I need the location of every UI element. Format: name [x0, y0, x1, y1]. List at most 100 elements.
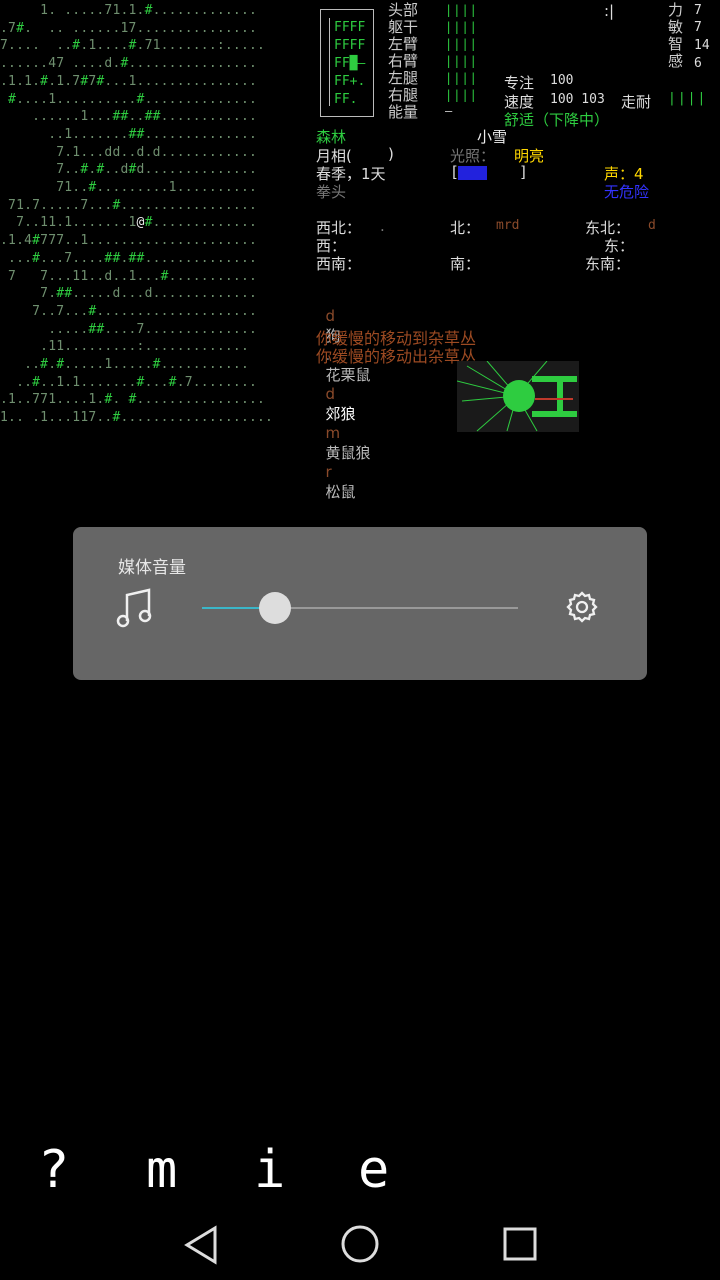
- creature-glyph: d: [325, 307, 336, 325]
- stat-value-int: 14: [694, 38, 710, 53]
- body-status-row: FFFF: [334, 20, 366, 35]
- map-row: 71..#.........1..........: [56, 180, 257, 195]
- map-row: ......1...##..##............: [32, 109, 257, 125]
- stat-value-str: 7: [694, 3, 702, 18]
- stat-label-str: 力: [668, 1, 684, 19]
- body-label-torso: 躯干: [388, 18, 419, 36]
- minimap[interactable]: [456, 360, 579, 432]
- stat-label-int: 智: [668, 35, 684, 53]
- focus-label: 专注: [504, 74, 535, 92]
- key-inventory[interactable]: i: [254, 1140, 285, 1200]
- weather-label: 小雪: [477, 128, 508, 146]
- game-map[interactable]: 1. .....71.1.#............. .7#. .. .....…: [0, 2, 318, 434]
- map-row: .7#. .. ......17...............: [0, 20, 257, 36]
- key-examine[interactable]: e: [358, 1140, 389, 1200]
- volume-slider-thumb[interactable]: [259, 592, 291, 624]
- hp-bar: ||||: [445, 71, 478, 85]
- body-label-right-leg: 右腿: [388, 86, 419, 104]
- creature-glyph: r: [325, 463, 332, 481]
- hp-bar: ||||: [445, 37, 478, 51]
- map-row: 7..7...#....................: [32, 303, 257, 319]
- body-status-divider: [329, 18, 330, 106]
- comfort-status: 舒适（下降中）: [504, 111, 610, 129]
- body-label-left-leg: 左腿: [388, 69, 419, 87]
- map-row: 7 7...11..d..1...#...........: [8, 268, 257, 284]
- home-nav-icon[interactable]: [340, 1224, 380, 1268]
- volume-dialog: 媒体音量: [73, 527, 647, 680]
- back-nav-icon[interactable]: [183, 1225, 219, 1269]
- map-row: .1.4#777..1.....................: [0, 233, 257, 249]
- hp-bar: ||||: [445, 3, 478, 17]
- creature-glyph: m: [325, 424, 341, 442]
- map-row: 71.7.....7...#.................: [8, 197, 257, 213]
- message-line: 你缓慢的移动出杂草丛: [316, 347, 477, 366]
- terrain-label: 森林: [316, 128, 347, 146]
- cursor-indicator: :|: [604, 2, 615, 20]
- map-row: 7..11.1.......1@#.............: [16, 215, 257, 231]
- hp-bar: ||||: [445, 20, 478, 34]
- dir-s-label: 南：: [450, 255, 481, 273]
- dir-sw-label: 西南：: [316, 255, 362, 273]
- stat-label-dex: 敏: [668, 18, 684, 36]
- body-status-row: FF+.: [334, 74, 366, 89]
- creature-glyph: d: [325, 385, 336, 403]
- light-value: 明亮: [514, 147, 545, 165]
- body-status-row: FFFF: [334, 38, 366, 53]
- hp-bar: ||||: [445, 88, 478, 102]
- map-row: .1..771....1.#. #................: [0, 392, 266, 408]
- weapon-label: 拳头: [316, 183, 347, 201]
- stat-value-dex: 7: [694, 20, 702, 35]
- dir-n-label: 北：: [450, 219, 481, 237]
- creature-name: 松鼠: [325, 483, 356, 501]
- speed-value: 100 103: [550, 92, 605, 107]
- light-meter-open: [: [452, 163, 458, 181]
- map-row: 1.. .1...117..#...................: [0, 410, 274, 426]
- creature-name: 花栗鼠: [325, 366, 371, 384]
- map-row: 7.1...dd..d.d............: [56, 144, 257, 160]
- stamina-label: 走耐: [621, 93, 652, 111]
- map-row: ..1.......##..............: [48, 126, 257, 142]
- creature-name: 郊狼: [325, 405, 356, 423]
- map-row: .11.........:.............: [40, 339, 249, 355]
- map-row: 7.##.....d...d.............: [40, 286, 257, 302]
- map-row: .1.1.#.1.7#7#...1...............: [0, 73, 257, 89]
- volume-dialog-title: 媒体音量: [118, 558, 186, 577]
- recents-nav-icon[interactable]: [502, 1226, 538, 1266]
- map-row: ..#.#.....1.....#...........: [24, 357, 249, 372]
- stat-value-per: 6: [694, 56, 702, 71]
- focus-value: 100: [550, 73, 574, 88]
- map-row: 7.... ..#.1....#.71.......:.....: [0, 38, 266, 54]
- map-row: #....1..........#..............: [8, 91, 257, 107]
- dir-se-label: 东南：: [585, 255, 631, 273]
- body-label-head: 头部: [388, 1, 419, 19]
- minimap-graphic: [456, 360, 577, 432]
- body-label-right-arm: 右臂: [388, 52, 419, 70]
- map-row: ...#...7....##.##..............: [8, 250, 257, 266]
- map-row: ..#..1.1.......#...#.7........: [16, 374, 257, 390]
- key-map[interactable]: m: [146, 1140, 177, 1200]
- map-row: .....##....7..............: [48, 321, 257, 337]
- stamina-bar: ||||: [668, 91, 708, 106]
- body-status-row: FF█—: [334, 56, 366, 71]
- dir-n-value: mrd: [496, 218, 520, 233]
- creature-list: d 狗 . 花栗鼠 d 郊狼 m 黄鼠狼 r 松鼠: [316, 289, 371, 502]
- light-meter-close: ]: [520, 163, 526, 181]
- creature-name: 黄鼠狼: [325, 444, 371, 462]
- stat-label-per: 感: [668, 52, 684, 70]
- body-label-left-arm: 左臂: [388, 35, 419, 53]
- music-note-icon: [115, 587, 155, 633]
- dir-ne-value: d: [648, 218, 656, 233]
- danger-status: 无危险: [604, 183, 650, 201]
- light-meter-fill: [458, 166, 487, 180]
- dir-nw-value: .: [380, 217, 385, 235]
- map-row: ......47 ....d.#................: [0, 56, 257, 72]
- settings-gear-icon[interactable]: [565, 590, 599, 628]
- body-status-row: FF.: [334, 92, 366, 107]
- moon-phase-close: ): [388, 145, 394, 163]
- hp-bar: ||||: [445, 54, 478, 68]
- map-row: 7..#.#..d#d..............: [56, 162, 257, 178]
- map-row: 1. .....71.1.#.............: [40, 3, 257, 18]
- key-help[interactable]: ?: [38, 1140, 69, 1200]
- body-label-energy: 能量: [388, 103, 419, 121]
- energy-bar: —: [445, 104, 454, 118]
